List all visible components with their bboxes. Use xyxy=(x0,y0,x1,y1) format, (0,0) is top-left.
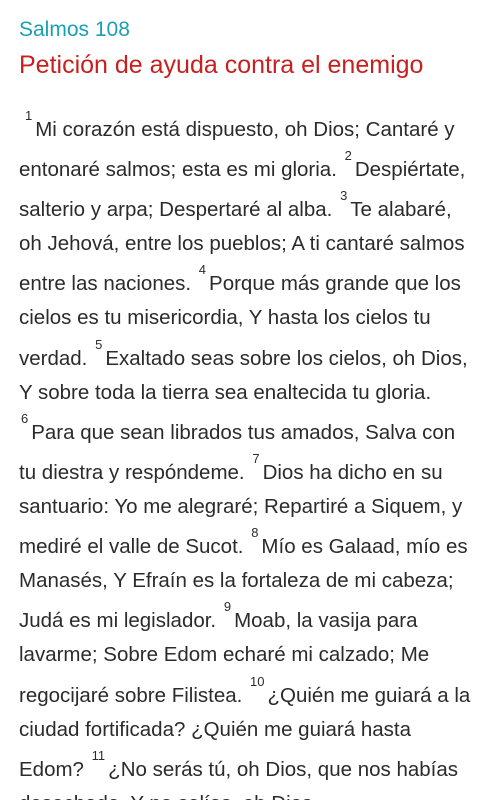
verse-number[interactable]: 6 xyxy=(21,411,28,426)
verse-number[interactable]: 9 xyxy=(224,599,231,614)
book-chapter-reference[interactable]: Salmos 108 xyxy=(19,17,474,43)
verse-number[interactable]: 4 xyxy=(199,262,206,277)
verse-number[interactable]: 3 xyxy=(340,188,347,203)
chapter-heading: Petición de ayuda contra el enemigo xyxy=(19,51,424,79)
bible-reader-page: Salmos 108 Petición de ayuda contra el e… xyxy=(0,0,488,800)
verse-number[interactable]: 5 xyxy=(95,337,102,352)
verse-number[interactable]: 10 xyxy=(250,674,264,689)
chapter-text: 1Mi corazón está dispuesto, oh Dios; Can… xyxy=(19,107,474,800)
verse-text[interactable]: Exaltado seas sobre los cielos, oh Dios,… xyxy=(19,346,468,403)
verse-number[interactable]: 11 xyxy=(92,748,106,763)
verse-number[interactable]: 1 xyxy=(25,108,32,123)
verse-number[interactable]: 7 xyxy=(252,451,259,466)
verse-number[interactable]: 2 xyxy=(345,148,352,163)
verse-text[interactable]: ¿No serás tú, oh Dios, que nos habías de… xyxy=(19,758,458,800)
verse-number[interactable]: 8 xyxy=(251,525,258,540)
